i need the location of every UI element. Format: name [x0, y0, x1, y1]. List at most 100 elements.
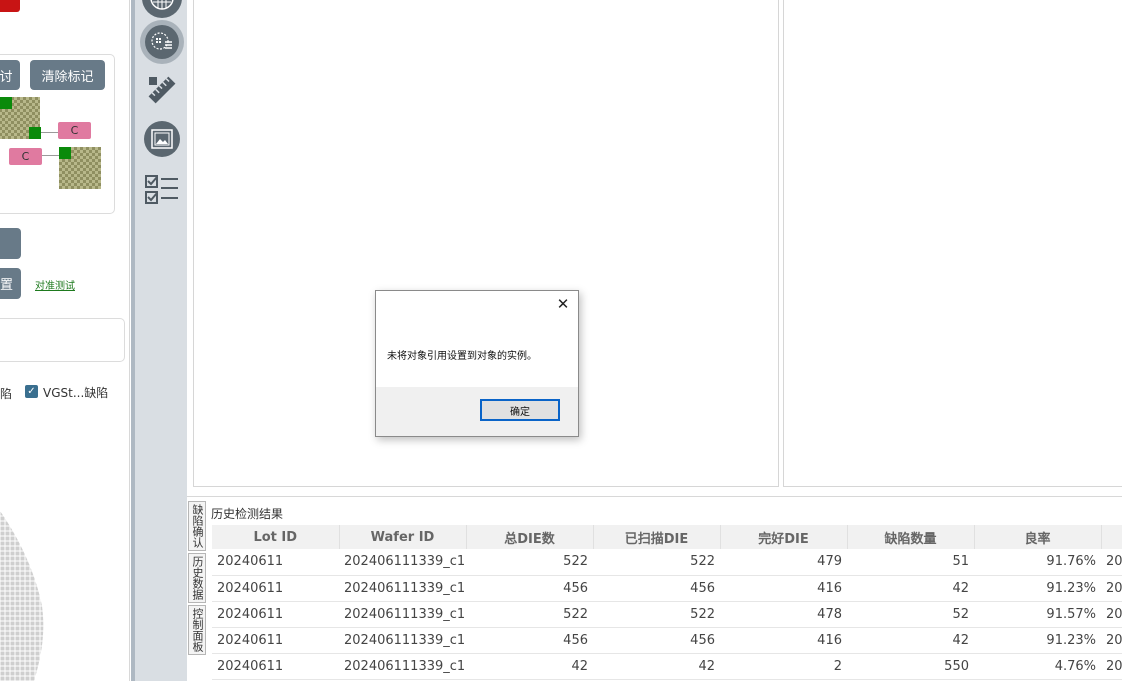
empty-card — [0, 318, 125, 362]
ok-button-label: 确定 — [510, 406, 530, 418]
dialog-footer: 确定 — [376, 387, 578, 436]
error-dialog: ✕ 未将对象引用设置到对象的实例。 确定 — [375, 290, 579, 437]
tab-label: 控制面板 — [191, 608, 204, 652]
cell-wafer-id: 202406111339_c1 — [339, 653, 466, 680]
left-control-panel: 讨 清除标记 C C 置 对准测试 陷 ✓ VGSt...缺陷 — [0, 0, 130, 681]
cell-total-die: 522 — [466, 549, 593, 576]
cell-lot-id: 20240611 — [212, 601, 339, 628]
cell-extra: 20 — [1101, 653, 1122, 680]
cell-defect-count: 42 — [847, 575, 974, 602]
checklist-icon[interactable] — [142, 170, 182, 210]
cell-lot-id: 20240611 — [212, 549, 339, 576]
vgst-checkbox-label: VGSt...缺陷 — [43, 386, 109, 400]
cell-wafer-id: 202406111339_c1 — [339, 575, 466, 602]
defect-checkbox-label: 陷 — [0, 387, 13, 401]
col-good-die[interactable]: 完好DIE — [720, 525, 848, 549]
cell-lot-id: 20240611 — [212, 575, 339, 602]
col-defect-count[interactable]: 缺陷数量 — [847, 525, 975, 549]
cell-wafer-id: 202406111339_c1 — [339, 549, 466, 576]
col-lot-id[interactable]: Lot ID — [212, 525, 340, 549]
wafer-map[interactable] — [0, 511, 60, 681]
connector-line — [41, 132, 59, 133]
marker-square — [59, 147, 71, 159]
cell-yield: 91.23% — [974, 575, 1101, 602]
cell-lot-id: 20240611 — [212, 653, 339, 680]
cell-total-die: 456 — [466, 627, 593, 654]
cell-extra: 20 — [1101, 575, 1122, 602]
cell-lot-id: 20240611 — [212, 627, 339, 654]
cell-wafer-id: 202406111339_c1 — [339, 627, 466, 654]
clip-button[interactable]: 讨 — [0, 60, 20, 90]
clip-button-label: 讨 — [0, 69, 13, 85]
cell-wafer-id: 202406111339_c1 — [339, 601, 466, 628]
cell-yield: 4.76% — [974, 653, 1101, 680]
cell-good-die: 2 — [720, 653, 847, 680]
col-extra[interactable] — [1101, 525, 1122, 549]
table-row[interactable]: 20240611 202406111339_c1 42 42 2 550 4.7… — [212, 653, 1122, 680]
cell-scanned-die: 456 — [593, 627, 720, 654]
table-row[interactable]: 20240611 202406111339_c1 456 456 416 42 … — [212, 575, 1122, 602]
cell-good-die: 478 — [720, 601, 847, 628]
table-row[interactable]: 20240611 202406111339_c1 522 522 478 52 … — [212, 601, 1122, 628]
tag-c[interactable]: C — [9, 148, 42, 165]
tag-c[interactable]: C — [58, 122, 91, 139]
cell-yield: 91.76% — [974, 549, 1101, 576]
cell-yield: 91.57% — [974, 601, 1101, 628]
cell-defect-count: 51 — [847, 549, 974, 576]
marker-square — [29, 127, 41, 139]
cell-defect-count: 52 — [847, 601, 974, 628]
connector-line — [42, 155, 60, 156]
ok-button[interactable]: 确定 — [480, 399, 560, 421]
wafer-map-icon[interactable] — [142, 0, 182, 18]
cell-scanned-die: 42 — [593, 653, 720, 680]
cell-total-die: 42 — [466, 653, 593, 680]
image-view-right[interactable] — [783, 0, 1122, 487]
close-icon[interactable]: ✕ — [554, 295, 572, 313]
settings-button-label: 置 — [0, 278, 13, 293]
history-table: Lot ID Wafer ID 总DIE数 已扫描DIE 完好DIE 缺陷数量 … — [212, 525, 1122, 680]
col-total-die[interactable]: 总DIE数 — [466, 525, 594, 549]
cell-extra: 20 — [1101, 627, 1122, 654]
tab-defect-confirm[interactable]: 缺陷确认 — [188, 501, 206, 551]
clear-marks-label: 清除标记 — [41, 69, 94, 85]
cell-good-die: 416 — [720, 575, 847, 602]
alignment-test-link[interactable]: 对准测试 — [35, 277, 75, 292]
marker-square — [0, 97, 12, 109]
wafer-list-icon[interactable] — [140, 20, 184, 64]
clear-marks-button[interactable]: 清除标记 — [30, 60, 105, 90]
action-button[interactable] — [0, 228, 21, 259]
image-icon[interactable] — [144, 121, 180, 157]
red-action-button[interactable] — [0, 0, 20, 12]
tag-label: C — [21, 150, 30, 163]
cell-total-die: 522 — [466, 601, 593, 628]
dialog-message: 未将对象引用设置到对象的实例。 — [387, 351, 537, 362]
col-wafer-id[interactable]: Wafer ID — [339, 525, 467, 549]
table-row[interactable]: 20240611 202406111339_c1 522 522 479 51 … — [212, 549, 1122, 576]
cell-scanned-die: 456 — [593, 575, 720, 602]
tab-history-data[interactable]: 历史数据 — [188, 553, 206, 603]
cell-good-die: 479 — [720, 549, 847, 576]
history-panel: 缺陷确认 历史数据 控制面板 历史检测结果 Lot ID Wafer ID 总D… — [187, 496, 1122, 681]
col-yield[interactable]: 良率 — [974, 525, 1102, 549]
col-scanned-die[interactable]: 已扫描DIE — [593, 525, 721, 549]
cell-extra: 20 — [1101, 549, 1122, 576]
tag-label: C — [70, 124, 79, 137]
tab-label: 缺陷确认 — [191, 504, 204, 548]
cell-yield: 91.23% — [974, 627, 1101, 654]
cell-defect-count: 550 — [847, 653, 974, 680]
cell-defect-count: 42 — [847, 627, 974, 654]
tab-label: 历史数据 — [191, 556, 204, 600]
table-header-row: Lot ID Wafer ID 总DIE数 已扫描DIE 完好DIE 缺陷数量 … — [212, 525, 1122, 549]
ruler-icon[interactable] — [142, 70, 182, 110]
tab-control-panel[interactable]: 控制面板 — [188, 605, 206, 655]
vertical-toolbar — [131, 0, 187, 681]
cell-good-die: 416 — [720, 627, 847, 654]
cell-total-die: 456 — [466, 575, 593, 602]
cell-extra: 20 — [1101, 601, 1122, 628]
cell-scanned-die: 522 — [593, 549, 720, 576]
table-row[interactable]: 20240611 202406111339_c1 456 456 416 42 … — [212, 627, 1122, 654]
table-title: 历史检测结果 — [211, 507, 284, 521]
settings-button[interactable]: 置 — [0, 268, 21, 299]
cell-scanned-die: 522 — [593, 601, 720, 628]
vgst-checkbox[interactable]: ✓ — [25, 385, 38, 398]
